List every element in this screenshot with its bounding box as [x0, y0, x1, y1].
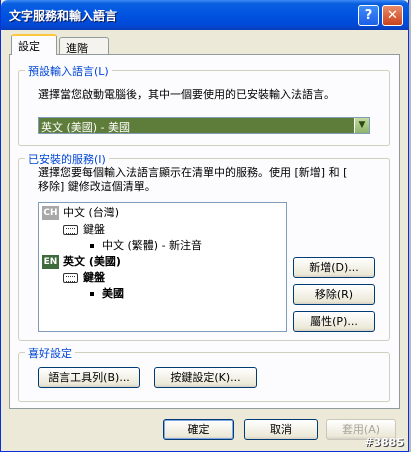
key-settings-button[interactable]: 按鍵設定(K)... [154, 367, 257, 388]
tree-category-keyboard-english[interactable]: 鍵盤 [83, 271, 105, 285]
keyboard-icon [63, 273, 78, 283]
bullet-icon [90, 292, 94, 296]
properties-button[interactable]: 屬性(P)... [293, 311, 375, 332]
tree-item-us-keyboard[interactable]: 美國 [102, 287, 124, 301]
close-button[interactable]: ✕ [382, 5, 403, 26]
default-language-select[interactable]: 英文 (美國) - 美國 ▼ [38, 117, 370, 134]
add-button[interactable]: 新增(D)... [293, 257, 375, 278]
cancel-button[interactable]: 取消 [244, 419, 318, 440]
title-bar[interactable]: 文字服務和輸入語言 ? ✕ [1, 0, 409, 30]
remove-button[interactable]: 移除(R) [293, 284, 375, 305]
language-badge-ch: CH [42, 206, 59, 220]
default-language-group-title: 預設輸入語言(L) [25, 63, 112, 79]
tree-item-chinese-bopomofo[interactable]: 中文 (繁體) - 新注音 [102, 239, 202, 253]
installed-services-tree[interactable]: CH 中文 (台灣) 鍵盤 中文 (繁體) - 新注音 EN 英文 (美國) 鍵… [38, 202, 287, 332]
tree-category-keyboard-chinese[interactable]: 鍵盤 [83, 223, 105, 237]
tab-settings[interactable]: 設定 [11, 34, 57, 55]
help-icon: ? [364, 8, 373, 23]
installed-services-group-title: 已安裝的服務(I) [25, 151, 109, 167]
chevron-down-icon[interactable]: ▼ [354, 118, 369, 133]
installed-services-description-line2: 移除] 鍵修改這個清單。 [38, 180, 156, 193]
tree-language-english[interactable]: 英文 (美國) [63, 255, 121, 269]
language-bar-button[interactable]: 語言工具列(B)... [38, 367, 140, 388]
preferences-group-title: 喜好設定 [25, 345, 75, 361]
installed-services-description-line1: 選擇您要每個輸入法語言顯示在清單中的服務。使用 [新增] 和 [ [38, 166, 348, 179]
close-icon: ✕ [387, 8, 398, 23]
ok-button[interactable]: 確定 [163, 419, 234, 440]
keyboard-icon [63, 225, 78, 235]
language-badge-en: EN [42, 255, 59, 269]
watermark-label: #3885 [364, 436, 404, 449]
default-language-description: 選擇當您啟動電腦後，其中一個要使用的已安裝輸入法語言。 [38, 88, 335, 101]
help-button[interactable]: ? [358, 5, 379, 26]
dialog-window: 文字服務和輸入語言 ? ✕ 設定 進階 預設輸入語言(L) 選擇當您啟動電腦後，… [0, 0, 409, 452]
bullet-icon [90, 244, 94, 248]
tree-language-chinese[interactable]: 中文 (台灣) [63, 206, 119, 220]
tab-advanced[interactable]: 進階 [59, 37, 109, 55]
window-title: 文字服務和輸入語言 [9, 9, 118, 23]
default-language-selected-value: 英文 (美國) - 美國 [41, 121, 131, 134]
